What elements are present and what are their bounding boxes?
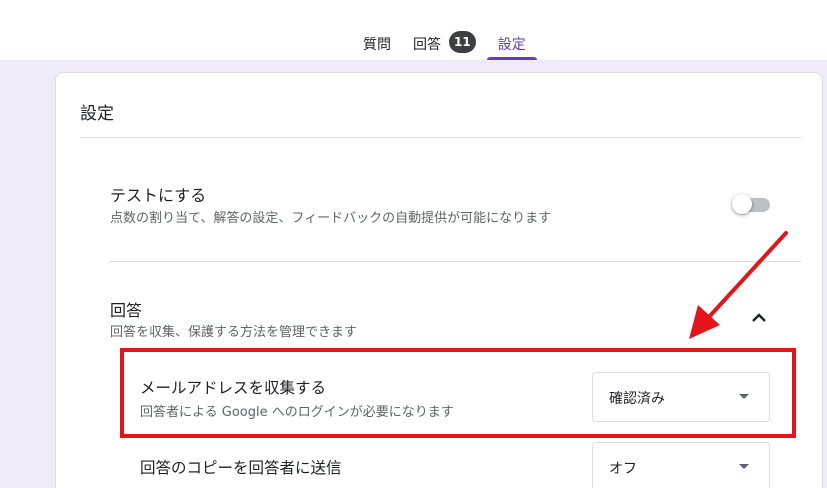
annotation-arrow — [689, 231, 788, 339]
